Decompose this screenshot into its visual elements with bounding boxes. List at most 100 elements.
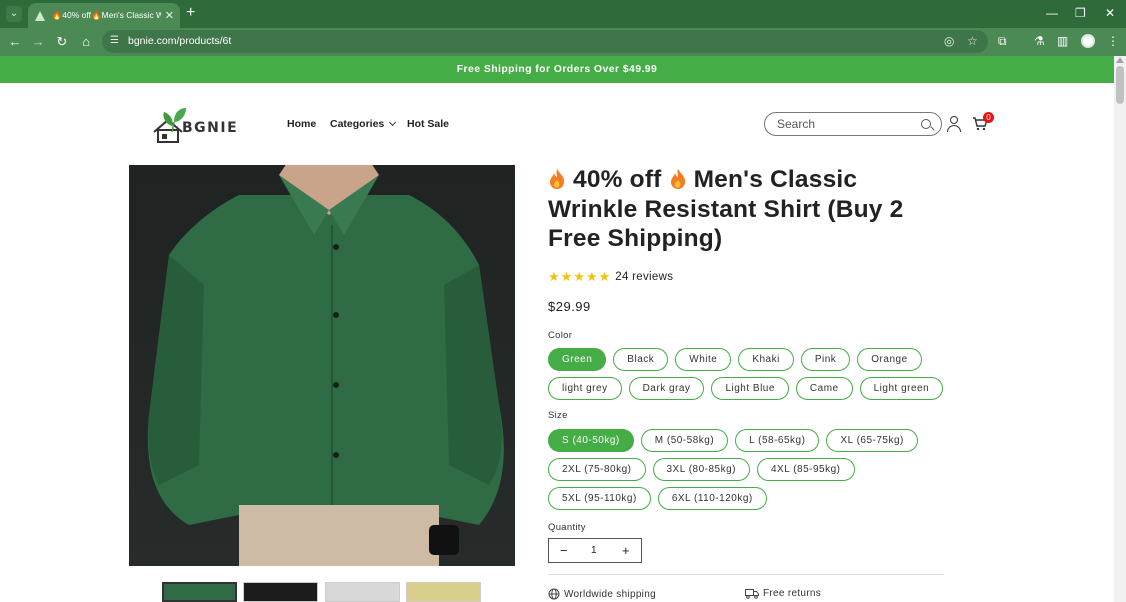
product-price: $29.99 — [548, 299, 591, 314]
color-option[interactable]: Khaki — [738, 348, 794, 371]
size-option[interactable]: M (50-58kg) — [640, 429, 729, 452]
web-page: Free Shipping for Orders Over $49.99 BGN… — [0, 56, 1114, 602]
bookmark-star-icon[interactable]: ☆ — [967, 34, 978, 48]
color-option[interactable]: Orange — [857, 348, 922, 371]
forward-arrow-icon[interactable]: → — [30, 34, 46, 50]
menu-kebab-icon[interactable]: ⋮ — [1107, 34, 1119, 48]
size-options-row-3: 5XL (95-110kg) 6XL (110-120kg) — [548, 487, 774, 510]
color-option[interactable]: Came — [795, 377, 853, 400]
title-part-name: Men's Classic — [693, 166, 858, 193]
account-icon[interactable] — [947, 116, 961, 132]
announcement-bar: Free Shipping for Orders Over $49.99 — [0, 56, 1114, 83]
site-info-icon[interactable]: ☰ — [110, 35, 119, 46]
size-option[interactable]: 5XL (95-110kg) — [548, 487, 651, 510]
back-arrow-icon[interactable]: ← — [7, 34, 23, 50]
size-option[interactable]: 6XL (110-120kg) — [657, 487, 767, 510]
logo-text[interactable]: BGNIE — [182, 120, 238, 136]
review-count[interactable]: 24 reviews — [615, 271, 673, 283]
feature-label: Free returns — [763, 588, 822, 599]
tab-title: 🔥40% off🔥Men's Classic Wrin — [51, 10, 161, 20]
side-panel-icon[interactable]: ▥ — [1057, 34, 1068, 48]
search-icon[interactable] — [921, 119, 931, 129]
thumbnail-khaki[interactable] — [406, 582, 481, 602]
quantity-stepper: − 1 + — [548, 538, 642, 563]
globe-icon — [548, 588, 560, 600]
new-tab-button[interactable]: + — [186, 4, 195, 22]
color-options-row-2: light grey Dark gray Light Blue Came Light g… — [548, 377, 950, 400]
color-options-row-1: Green Black White Khaki Pink Orange — [548, 348, 929, 371]
size-option[interactable]: 4XL (85-95kg) — [757, 458, 855, 481]
profile-avatar-icon[interactable] — [1081, 34, 1095, 48]
rating-stars[interactable]: ★ ★ ★ ★ ★ 24 reviews — [548, 269, 673, 285]
url-text[interactable]: bgnie.com/products/6t — [128, 35, 231, 47]
cart-count-badge: 0 — [983, 112, 994, 123]
divider — [548, 574, 944, 575]
nav-categories-label: Categories — [330, 118, 385, 130]
shirt-illustration — [147, 165, 504, 566]
title-part-discount: 40% off — [573, 166, 662, 193]
search-box[interactable] — [764, 112, 942, 136]
star-icon: ★ — [573, 269, 585, 284]
decrease-quantity-button[interactable]: − — [560, 543, 568, 558]
feature-label: Worldwide shipping — [564, 588, 656, 600]
color-option[interactable]: Light green — [859, 377, 944, 400]
thumbnail-black[interactable] — [243, 582, 318, 602]
address-bar[interactable]: ☰ bgnie.com/products/6t ◎ ☆ — [102, 30, 988, 53]
search-input[interactable] — [777, 117, 917, 131]
chevron-down-icon — [389, 118, 397, 127]
star-icon: ★ — [585, 269, 598, 284]
size-options-row-1: S (40-50kg) M (50-58kg) L (58-65kg) XL (65-… — [548, 429, 925, 452]
size-option[interactable]: S (40-50kg) — [548, 429, 634, 452]
home-icon[interactable]: ⌂ — [78, 34, 94, 50]
size-option[interactable]: 2XL (75-80kg) — [548, 458, 646, 481]
browser-toolbar: ← → ↻ ⌂ ☰ bgnie.com/products/6t ◎ ☆ ⧉ ⚗ … — [0, 28, 1126, 56]
size-option[interactable]: L (58-65kg) — [735, 429, 820, 452]
tab-search-icon[interactable]: ⌄ — [6, 6, 22, 22]
browser-tab-bar: ⌄ 🔥40% off🔥Men's Classic Wrin ✕ + — ❐ ✕ — [0, 0, 1126, 28]
product-title: 40% off Men's Classic Wrinkle Resistant … — [548, 165, 928, 254]
nav-home[interactable]: Home — [287, 118, 316, 130]
feature-free-returns: Free returns — [745, 588, 821, 599]
title-part-rest: Wrinkle Resistant Shirt (Buy 2 Free Ship… — [548, 195, 904, 253]
color-option[interactable]: White — [675, 348, 732, 371]
size-label: Size — [548, 410, 568, 421]
fire-icon — [670, 169, 685, 189]
feature-worldwide-shipping: Worldwide shipping — [548, 588, 656, 600]
thumbnail-green[interactable] — [162, 582, 237, 602]
star-icon: ★ — [548, 269, 560, 284]
scrollbar[interactable] — [1114, 56, 1126, 602]
quantity-label: Quantity — [548, 522, 586, 533]
eye-off-icon[interactable]: ◎ — [944, 34, 954, 48]
nav-hot-sale[interactable]: Hot Sale — [407, 118, 449, 130]
close-tab-icon[interactable]: ✕ — [165, 9, 174, 22]
truck-icon — [745, 588, 759, 599]
close-window-icon[interactable]: ✕ — [1105, 6, 1115, 20]
size-options-row-2: 2XL (75-80kg) 3XL (80-85kg) 4XL (85-95kg) — [548, 458, 862, 481]
color-option[interactable]: Pink — [800, 348, 851, 371]
color-option[interactable]: Green — [548, 348, 607, 371]
color-option[interactable]: Dark gray — [628, 377, 705, 400]
site-favicon-icon — [34, 10, 46, 22]
size-option[interactable]: 3XL (80-85kg) — [652, 458, 750, 481]
labs-icon[interactable]: ⚗ — [1034, 34, 1045, 48]
extensions-icon[interactable]: ⧉ — [998, 34, 1007, 49]
size-option[interactable]: XL (65-75kg) — [826, 429, 918, 452]
color-option[interactable]: Light Blue — [711, 377, 789, 400]
scroll-up-icon[interactable] — [1116, 57, 1124, 63]
thumbnail-white[interactable] — [325, 582, 400, 602]
color-option[interactable]: Black — [613, 348, 669, 371]
browser-tab[interactable]: 🔥40% off🔥Men's Classic Wrin ✕ — [28, 3, 180, 28]
color-label: Color — [548, 330, 573, 341]
minimize-icon[interactable]: — — [1046, 6, 1058, 20]
fire-icon — [550, 169, 565, 189]
quantity-value[interactable]: 1 — [591, 545, 597, 556]
product-main-image[interactable] — [129, 165, 515, 566]
scroll-thumb[interactable] — [1116, 66, 1124, 104]
increase-quantity-button[interactable]: + — [622, 543, 630, 558]
reload-icon[interactable]: ↻ — [54, 34, 70, 50]
star-icon: ★ — [598, 269, 611, 284]
color-option[interactable]: light grey — [548, 377, 622, 400]
nav-categories[interactable]: Categories — [330, 118, 397, 130]
star-icon: ★ — [560, 269, 573, 284]
maximize-icon[interactable]: ❐ — [1075, 6, 1086, 20]
